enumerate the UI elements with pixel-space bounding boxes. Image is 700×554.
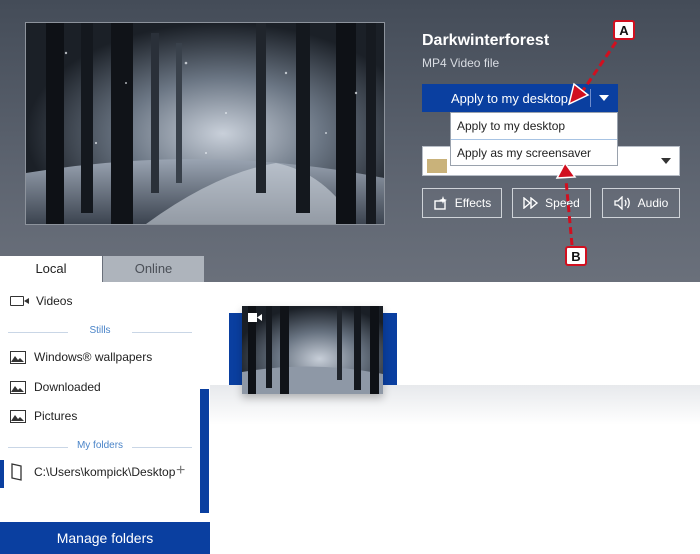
image-icon-glyph: [11, 385, 24, 392]
winter-forest-image: [26, 23, 384, 224]
sidebar-item-label: Windows® wallpapers: [34, 350, 153, 364]
video-preview[interactable]: [25, 22, 385, 225]
apply-split-button[interactable]: Apply to my desktop: [422, 84, 618, 112]
sidebar-item-videos[interactable]: Videos: [10, 294, 72, 308]
chevron-down-icon: [661, 158, 671, 164]
video-title: Darkwinterforest: [422, 32, 550, 49]
tab-online[interactable]: Online: [103, 256, 204, 282]
folder-icon: [11, 463, 22, 481]
image-icon: [10, 350, 26, 364]
select-thumbnail: [427, 159, 447, 173]
winter-forest-thumbnail: [242, 306, 383, 394]
speed-label: Speed: [545, 196, 580, 210]
audio-label: Audio: [637, 196, 669, 210]
video-type: MP4 Video file: [422, 56, 500, 70]
image-icon: [10, 380, 26, 394]
sidebar-item-desktop-folder[interactable]: C:\Users\kompick\Desktop: [10, 463, 175, 481]
effects-label: Effects: [454, 196, 492, 210]
video-camera-icon: [10, 296, 29, 306]
sidebar-item-windows-wallpapers[interactable]: Windows® wallpapers: [10, 350, 152, 364]
manage-folders-button[interactable]: Manage folders: [0, 522, 210, 554]
sidebar-item-label: Pictures: [34, 409, 78, 423]
sidebar-scrollbar[interactable]: [200, 389, 209, 513]
sidebar-item-downloaded[interactable]: Downloaded: [10, 380, 101, 394]
section-my-folders: My folders: [0, 440, 200, 451]
apply-button-label[interactable]: Apply to my desktop: [423, 91, 590, 106]
fast-forward-icon: [523, 197, 539, 209]
video-thumbnail[interactable]: [242, 306, 383, 394]
apply-dropdown-toggle[interactable]: [591, 95, 617, 101]
sidebar-item-pictures[interactable]: Pictures: [10, 409, 77, 423]
sidebar-item-label: C:\Users\kompick\Desktop: [34, 465, 176, 479]
selection-indicator: [0, 460, 4, 488]
image-icon-glyph: [11, 414, 24, 421]
effects-button[interactable]: Effects: [422, 188, 502, 218]
sidebar-item-label: Videos: [36, 294, 73, 308]
effects-icon: [434, 196, 447, 210]
menu-item-apply-screensaver[interactable]: Apply as my screensaver: [451, 140, 617, 166]
apply-menu: Apply to my desktop Apply as my screensa…: [450, 112, 618, 166]
sidebar-item-label: Downloaded: [34, 380, 101, 394]
image-icon-glyph: [11, 355, 24, 362]
callout-b: B: [565, 246, 587, 266]
tab-local[interactable]: Local: [0, 256, 102, 284]
menu-item-apply-desktop[interactable]: Apply to my desktop: [451, 113, 617, 140]
audio-button[interactable]: Audio: [602, 188, 680, 218]
chevron-down-icon: [599, 95, 609, 101]
video-camera-icon: [248, 313, 262, 322]
speed-button[interactable]: Speed: [512, 188, 591, 218]
section-stills: Stills: [0, 325, 200, 336]
video-detail-panel: Darkwinterforest MP4 Video file Apply to…: [0, 0, 700, 284]
plus-icon[interactable]: +: [176, 462, 185, 480]
image-icon: [10, 409, 26, 423]
speaker-icon: [613, 196, 630, 210]
callout-a: A: [613, 20, 635, 40]
